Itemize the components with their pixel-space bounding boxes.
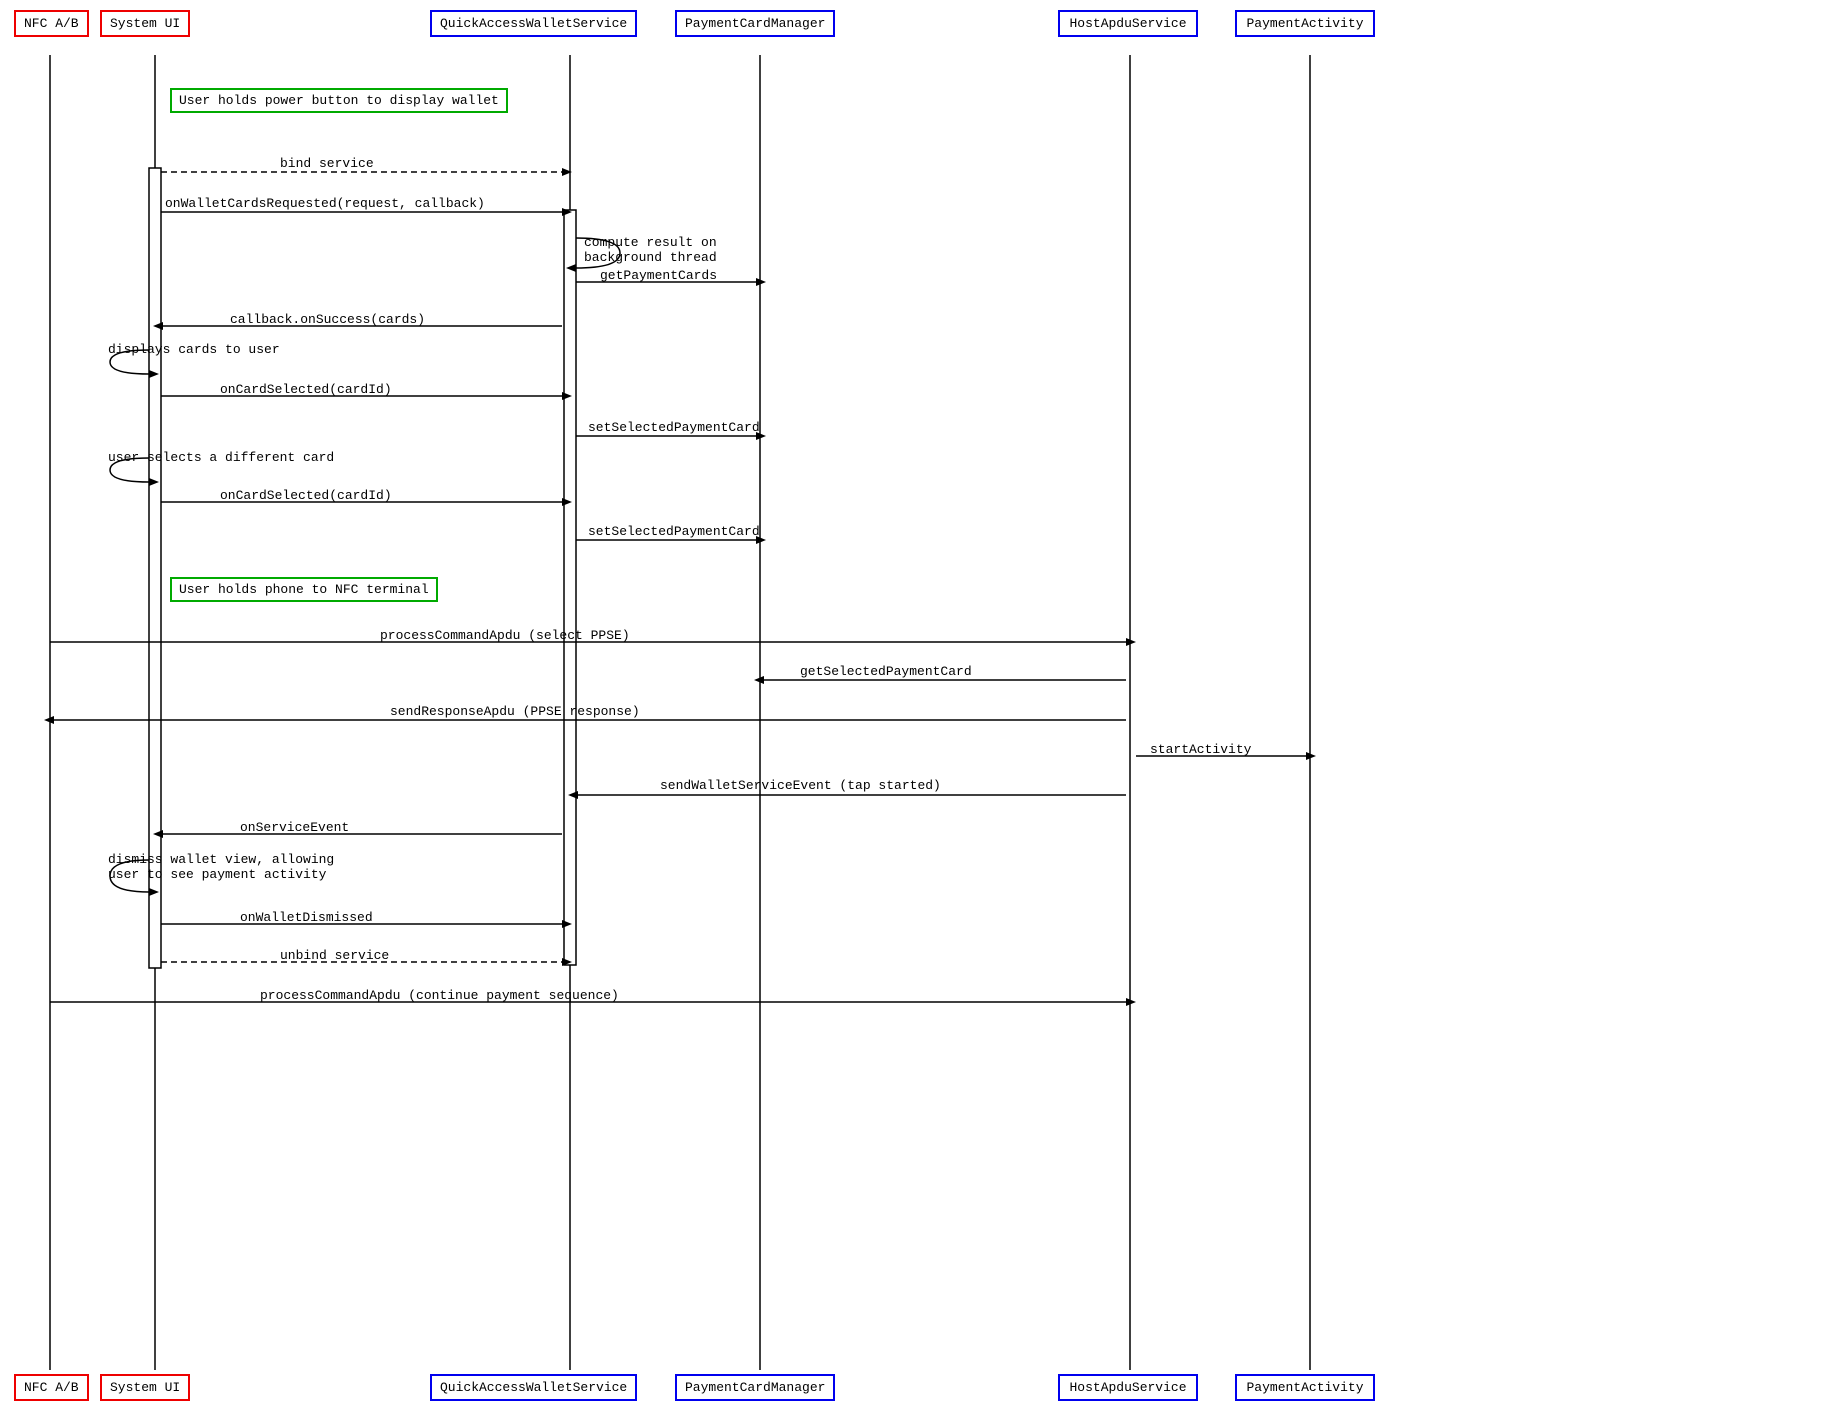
sequence-diagram: NFC A/B System UI QuickAccessWalletServi…: [0, 0, 1845, 1424]
msg-displays-cards: displays cards to user: [108, 342, 280, 357]
msg-onwalletcards: onWalletCardsRequested(request, callback…: [165, 196, 485, 211]
msg-oncardselected2: onCardSelected(cardId): [220, 488, 392, 503]
actor-nfc-top: NFC A/B: [14, 10, 89, 37]
msg-unbind: unbind service: [280, 948, 389, 963]
msg-getselectedcard: getSelectedPaymentCard: [800, 664, 972, 679]
msg-compute: compute result onbackground thread: [584, 235, 717, 265]
actor-pa-bottom: PaymentActivity: [1235, 1374, 1375, 1401]
msg-bind-service: bind service: [280, 156, 374, 171]
actor-qaws-top: QuickAccessWalletService: [430, 10, 637, 37]
actor-sysui-top: System UI: [100, 10, 190, 37]
actor-sysui-bottom: System UI: [100, 1374, 190, 1401]
actor-hapdu-top: HostApduService: [1058, 10, 1198, 37]
msg-startactivity: startActivity: [1150, 742, 1251, 757]
note-power-button: User holds power button to display walle…: [170, 88, 508, 113]
msg-onserviceevent: onServiceEvent: [240, 820, 349, 835]
msg-sendresponse: sendResponseApdu (PPSE response): [390, 704, 640, 719]
actor-pcm-bottom: PaymentCardManager: [675, 1374, 835, 1401]
msg-onwalletdismissed: onWalletDismissed: [240, 910, 373, 925]
msg-oncardselected1: onCardSelected(cardId): [220, 382, 392, 397]
msg-setselected1: setSelectedPaymentCard: [588, 420, 760, 435]
actor-qaws-bottom: QuickAccessWalletService: [430, 1374, 637, 1401]
msg-callbackonsuccess: callback.onSuccess(cards): [230, 312, 425, 327]
actor-hapdu-bottom: HostApduService: [1058, 1374, 1198, 1401]
msg-sendwalletevent: sendWalletServiceEvent (tap started): [660, 778, 941, 793]
msg-dismiss-wallet: dismiss wallet view, allowinguser to see…: [108, 852, 334, 882]
msg-getpaymentcards: getPaymentCards: [600, 268, 717, 283]
note-nfc-terminal: User holds phone to NFC terminal: [170, 577, 438, 602]
msg-user-selects-diff: user selects a different card: [108, 450, 334, 465]
actor-nfc-bottom: NFC A/B: [14, 1374, 89, 1401]
arrows-svg: [0, 0, 1845, 1424]
actor-pa-top: PaymentActivity: [1235, 10, 1375, 37]
msg-processcommand1: processCommandApdu (select PPSE): [380, 628, 630, 643]
actor-pcm-top: PaymentCardManager: [675, 10, 835, 37]
msg-setselected2: setSelectedPaymentCard: [588, 524, 760, 539]
msg-processcommand2: processCommandApdu (continue payment seq…: [260, 988, 619, 1003]
